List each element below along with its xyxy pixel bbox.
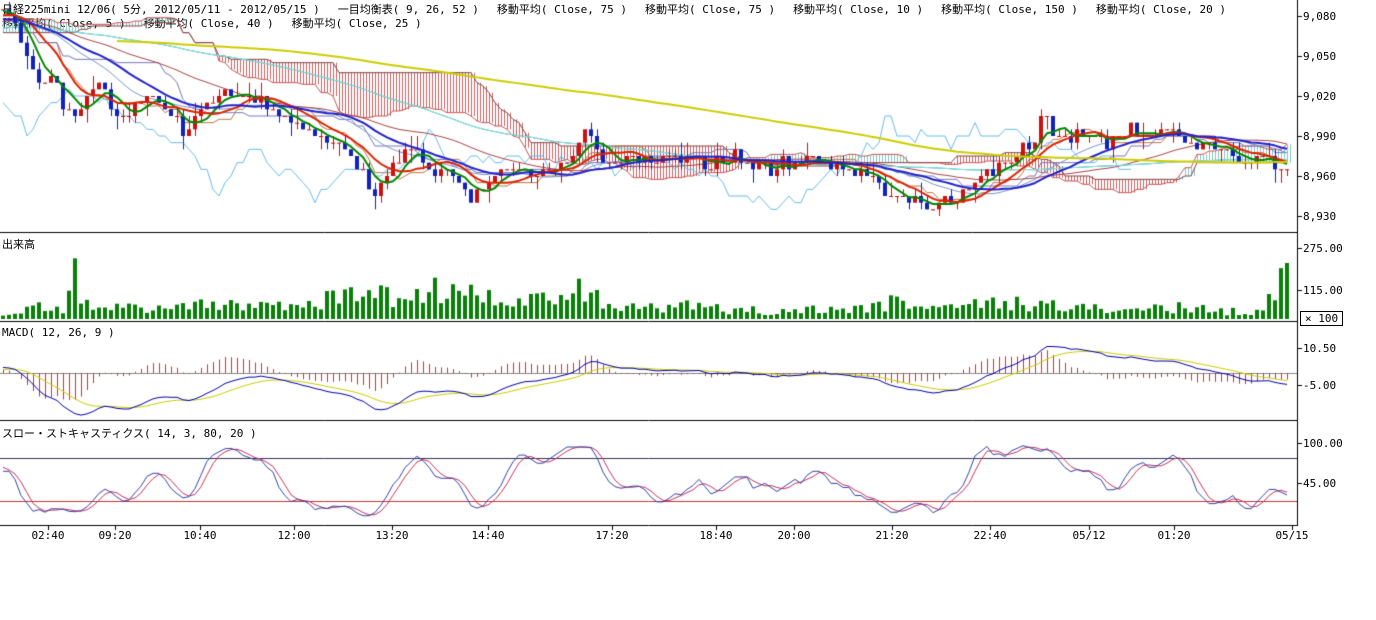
chart-canvas[interactable]	[0, 0, 1376, 620]
app-root: 日経225mini 12/06( 5分, 2012/05/11 - 2012/0…	[0, 0, 1376, 620]
volume-multiplier-badge: × 100	[1300, 311, 1343, 326]
